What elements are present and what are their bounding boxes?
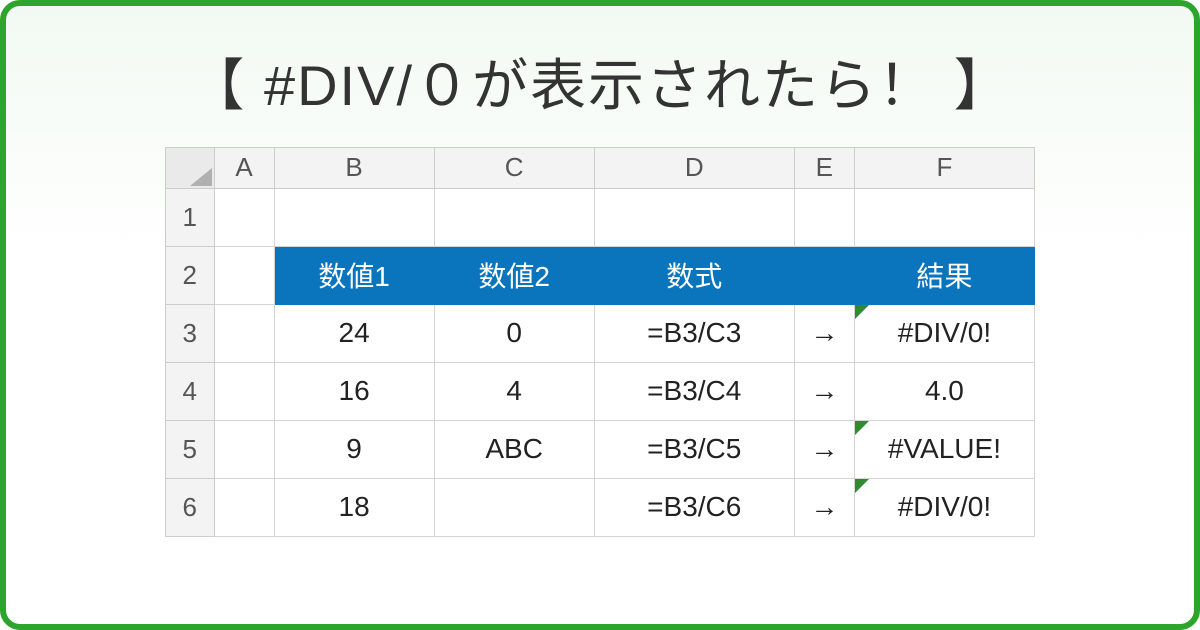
row-6: 6 18 =B3/C6 → #DIV/0!: [166, 478, 1035, 536]
row-header-1[interactable]: 1: [166, 188, 214, 246]
cell-A2[interactable]: [214, 246, 274, 304]
card-frame: 【 #DIV/０が表示されたら！ 】 A B C D E F 1: [0, 0, 1200, 630]
cell-B3[interactable]: 24: [274, 304, 434, 362]
cell-D5[interactable]: =B3/C5: [594, 420, 794, 478]
cell-C3[interactable]: 0: [434, 304, 594, 362]
row-header-6[interactable]: 6: [166, 478, 214, 536]
cell-F5[interactable]: #VALUE!: [854, 420, 1034, 478]
column-header-D[interactable]: D: [594, 148, 794, 188]
select-all-corner[interactable]: [166, 148, 214, 188]
cell-C1[interactable]: [434, 188, 594, 246]
row-3: 3 24 0 =B3/C3 → #DIV/0!: [166, 304, 1035, 362]
cell-E2[interactable]: [794, 246, 854, 304]
cell-F1[interactable]: [854, 188, 1034, 246]
cell-A3[interactable]: [214, 304, 274, 362]
cell-E6[interactable]: →: [794, 478, 854, 536]
cell-D3[interactable]: =B3/C3: [594, 304, 794, 362]
column-header-B[interactable]: B: [274, 148, 434, 188]
cell-A5[interactable]: [214, 420, 274, 478]
spreadsheet: A B C D E F 1 2 数値1 数: [165, 147, 1035, 537]
cell-B5[interactable]: 9: [274, 420, 434, 478]
column-header-C[interactable]: C: [434, 148, 594, 188]
column-header-A[interactable]: A: [214, 148, 274, 188]
cell-E5[interactable]: →: [794, 420, 854, 478]
cell-E1[interactable]: [794, 188, 854, 246]
cell-A1[interactable]: [214, 188, 274, 246]
row-header-2[interactable]: 2: [166, 246, 214, 304]
row-4: 4 16 4 =B3/C4 → 4.0: [166, 362, 1035, 420]
cell-B6[interactable]: 18: [274, 478, 434, 536]
cell-B1[interactable]: [274, 188, 434, 246]
row-5: 5 9 ABC =B3/C5 → #VALUE!: [166, 420, 1035, 478]
cell-E3[interactable]: →: [794, 304, 854, 362]
cell-B2[interactable]: 数値1: [274, 246, 434, 304]
cell-F2[interactable]: 結果: [854, 246, 1034, 304]
cell-D4[interactable]: =B3/C4: [594, 362, 794, 420]
cell-D2[interactable]: 数式: [594, 246, 794, 304]
cell-C4[interactable]: 4: [434, 362, 594, 420]
cell-D6[interactable]: =B3/C6: [594, 478, 794, 536]
cell-D1[interactable]: [594, 188, 794, 246]
row-1: 1: [166, 188, 1035, 246]
page-title: 【 #DIV/０が表示されたら！ 】: [188, 41, 1011, 122]
column-header-row: A B C D E F: [166, 148, 1035, 188]
cell-C2[interactable]: 数値2: [434, 246, 594, 304]
cell-A4[interactable]: [214, 362, 274, 420]
cell-E4[interactable]: →: [794, 362, 854, 420]
spreadsheet-grid: A B C D E F 1 2 数値1 数: [166, 148, 1035, 537]
cell-A6[interactable]: [214, 478, 274, 536]
cell-F3[interactable]: #DIV/0!: [854, 304, 1034, 362]
row-header-4[interactable]: 4: [166, 362, 214, 420]
cell-F4[interactable]: 4.0: [854, 362, 1034, 420]
row-header-3[interactable]: 3: [166, 304, 214, 362]
row-2: 2 数値1 数値2 数式 結果: [166, 246, 1035, 304]
column-header-E[interactable]: E: [794, 148, 854, 188]
cell-F6[interactable]: #DIV/0!: [854, 478, 1034, 536]
column-header-F[interactable]: F: [854, 148, 1034, 188]
cell-C5[interactable]: ABC: [434, 420, 594, 478]
cell-B4[interactable]: 16: [274, 362, 434, 420]
cell-C6[interactable]: [434, 478, 594, 536]
row-header-5[interactable]: 5: [166, 420, 214, 478]
